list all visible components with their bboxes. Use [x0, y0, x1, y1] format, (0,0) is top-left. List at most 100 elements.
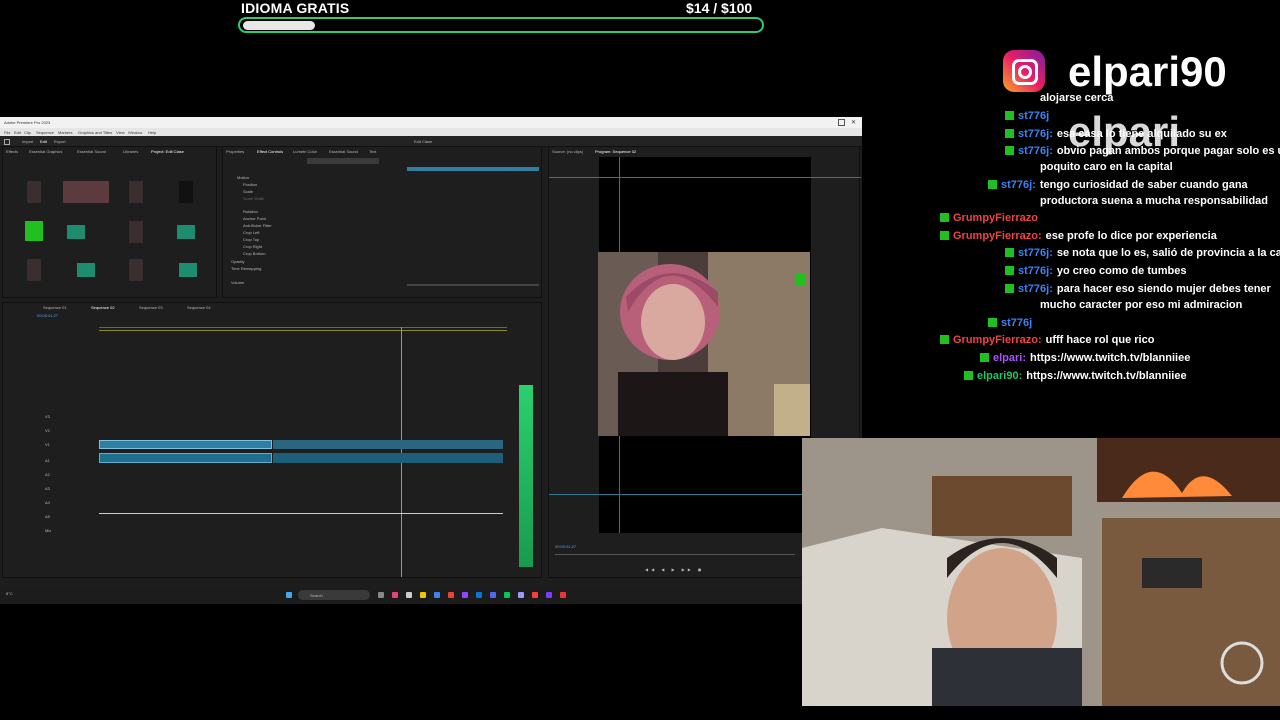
discord-icon[interactable]	[490, 592, 496, 598]
track-v3[interactable]: V3	[45, 414, 50, 419]
property-scale[interactable]: Scale	[243, 189, 253, 194]
playback-controls[interactable]: ◀◀ ◀ ▶ ▶▶ ◼	[645, 567, 704, 572]
weather-widget[interactable]: 8°C	[6, 591, 13, 596]
tab-program[interactable]: Program: Sequence 02	[595, 149, 636, 154]
menu-graphics[interactable]: Graphics and Titles	[78, 130, 112, 135]
ec-clip-bar[interactable]	[407, 167, 539, 171]
tab-libraries[interactable]: Libraries	[123, 149, 138, 154]
sequence-clip-selector[interactable]	[307, 158, 379, 164]
home-icon[interactable]	[4, 139, 10, 145]
tab-essential-sound[interactable]: Essential Sound	[77, 149, 106, 154]
audio-thumbnail[interactable]	[77, 263, 95, 277]
playhead[interactable]	[401, 327, 402, 577]
app-icon[interactable]	[532, 592, 538, 598]
app-icon[interactable]	[476, 592, 482, 598]
chat-username[interactable]: st776j	[1018, 110, 1049, 122]
folder-icon[interactable]	[420, 592, 426, 598]
close-button[interactable]: ✕	[851, 119, 856, 126]
project-thumbnail[interactable]	[179, 181, 193, 203]
audio-clip[interactable]	[273, 453, 503, 463]
chat-username[interactable]: st776j:	[1018, 265, 1053, 277]
audio-thumbnail[interactable]	[177, 225, 195, 239]
track-a4[interactable]: A4	[45, 500, 50, 505]
seq-tab-2[interactable]: Sequence 02	[91, 305, 115, 310]
menu-sequence[interactable]: Sequence	[36, 130, 54, 135]
tab-effect-controls[interactable]: Effect Controls	[257, 149, 283, 154]
project-thumbnail[interactable]	[27, 181, 41, 203]
tab-edit[interactable]: Edit	[40, 139, 47, 144]
chat-username[interactable]: GrumpyFierrazo:	[953, 230, 1042, 242]
tab-source[interactable]: Source: (no clips)	[552, 149, 583, 154]
property-antiflicker[interactable]: Anti-flicker Filter	[243, 223, 272, 228]
property-crop-left[interactable]: Crop Left	[243, 230, 259, 235]
app-icon[interactable]	[504, 592, 510, 598]
tab-import[interactable]: Import	[22, 139, 33, 144]
property-volume[interactable]: Volume	[231, 280, 244, 285]
property-opacity[interactable]: Opacity	[231, 259, 245, 264]
property-time-remap[interactable]: Time Remapping	[231, 266, 261, 271]
property-motion[interactable]: Motion	[237, 175, 249, 180]
property-crop-right[interactable]: Crop Right	[243, 244, 262, 249]
audio-thumbnail[interactable]	[67, 225, 85, 239]
seq-tab-3[interactable]: Sequence 03	[139, 305, 163, 310]
tab-lumetri-color[interactable]: Lumetri Color	[293, 149, 317, 154]
chat-username[interactable]: st776j:	[1018, 145, 1053, 157]
ec-scrollbar[interactable]	[407, 284, 539, 286]
time-ruler[interactable]	[99, 327, 507, 328]
kick-logo-thumbnail[interactable]	[25, 221, 43, 241]
project-thumbnail[interactable]	[27, 259, 41, 281]
track-a5[interactable]: A5	[45, 514, 50, 519]
maximize-button[interactable]	[838, 119, 845, 126]
menu-file[interactable]: File	[4, 130, 10, 135]
track-v2[interactable]: V2	[45, 428, 50, 433]
app-icon[interactable]	[560, 592, 566, 598]
menu-markers[interactable]: Markers	[58, 130, 72, 135]
menu-edit[interactable]: Edit	[14, 130, 21, 135]
premiere-icon[interactable]	[518, 592, 524, 598]
app-icon[interactable]	[462, 592, 468, 598]
taskbar-search[interactable]: Search	[298, 590, 370, 600]
menu-window[interactable]: Window	[128, 130, 142, 135]
chat-username[interactable]: elpari90:	[977, 370, 1022, 382]
chat-username[interactable]: st776j:	[1018, 247, 1053, 259]
tab-export[interactable]: Export	[54, 139, 66, 144]
chat-username[interactable]: st776j:	[1001, 179, 1036, 191]
seq-tab-4[interactable]: Sequence 04	[187, 305, 211, 310]
timeline-timecode[interactable]: 00:00:01:27	[37, 313, 58, 318]
audio-clip[interactable]	[99, 453, 272, 463]
property-crop-bottom[interactable]: Crop Bottom	[243, 251, 265, 256]
video-clip[interactable]	[273, 440, 503, 449]
tab-essential-sound-ec[interactable]: Essential Sound	[329, 149, 358, 154]
menu-clip[interactable]: Clip	[24, 130, 31, 135]
tab-effects[interactable]: Effects	[6, 149, 18, 154]
tab-properties[interactable]: Properties	[226, 149, 244, 154]
track-a2[interactable]: A2	[45, 472, 50, 477]
menu-help[interactable]: Help	[148, 130, 156, 135]
app-icon[interactable]	[392, 592, 398, 598]
property-anchor[interactable]: Anchor Point	[243, 216, 266, 221]
chat-username[interactable]: GrumpyFierrazo	[953, 212, 1038, 224]
property-crop-top[interactable]: Crop Top	[243, 237, 259, 242]
tab-project[interactable]: Project: Edit Clase	[151, 149, 184, 154]
video-clip[interactable]	[99, 440, 272, 449]
work-area-bar[interactable]	[99, 330, 507, 331]
track-v1[interactable]: V1	[45, 442, 50, 447]
chat-username[interactable]: GrumpyFierrazo:	[953, 334, 1042, 346]
tab-text[interactable]: Text	[369, 149, 376, 154]
app-icon[interactable]	[434, 592, 440, 598]
project-thumbnail[interactable]	[129, 181, 143, 203]
app-icon[interactable]	[406, 592, 412, 598]
chrome-icon[interactable]	[448, 592, 454, 598]
track-a3[interactable]: A3	[45, 486, 50, 491]
app-icon[interactable]	[546, 592, 552, 598]
windows-start-icon[interactable]	[286, 592, 292, 598]
program-scrubber[interactable]	[555, 554, 795, 555]
property-position[interactable]: Position	[243, 182, 257, 187]
property-scale-width[interactable]: Scale Width	[243, 196, 264, 201]
project-thumbnail[interactable]	[129, 259, 143, 281]
track-mix[interactable]: Mix	[45, 528, 51, 533]
track-a1[interactable]: A1	[45, 458, 50, 463]
seq-tab-1[interactable]: Sequence 01	[43, 305, 67, 310]
menu-view[interactable]: View	[116, 130, 125, 135]
project-thumbnail[interactable]	[63, 181, 109, 203]
